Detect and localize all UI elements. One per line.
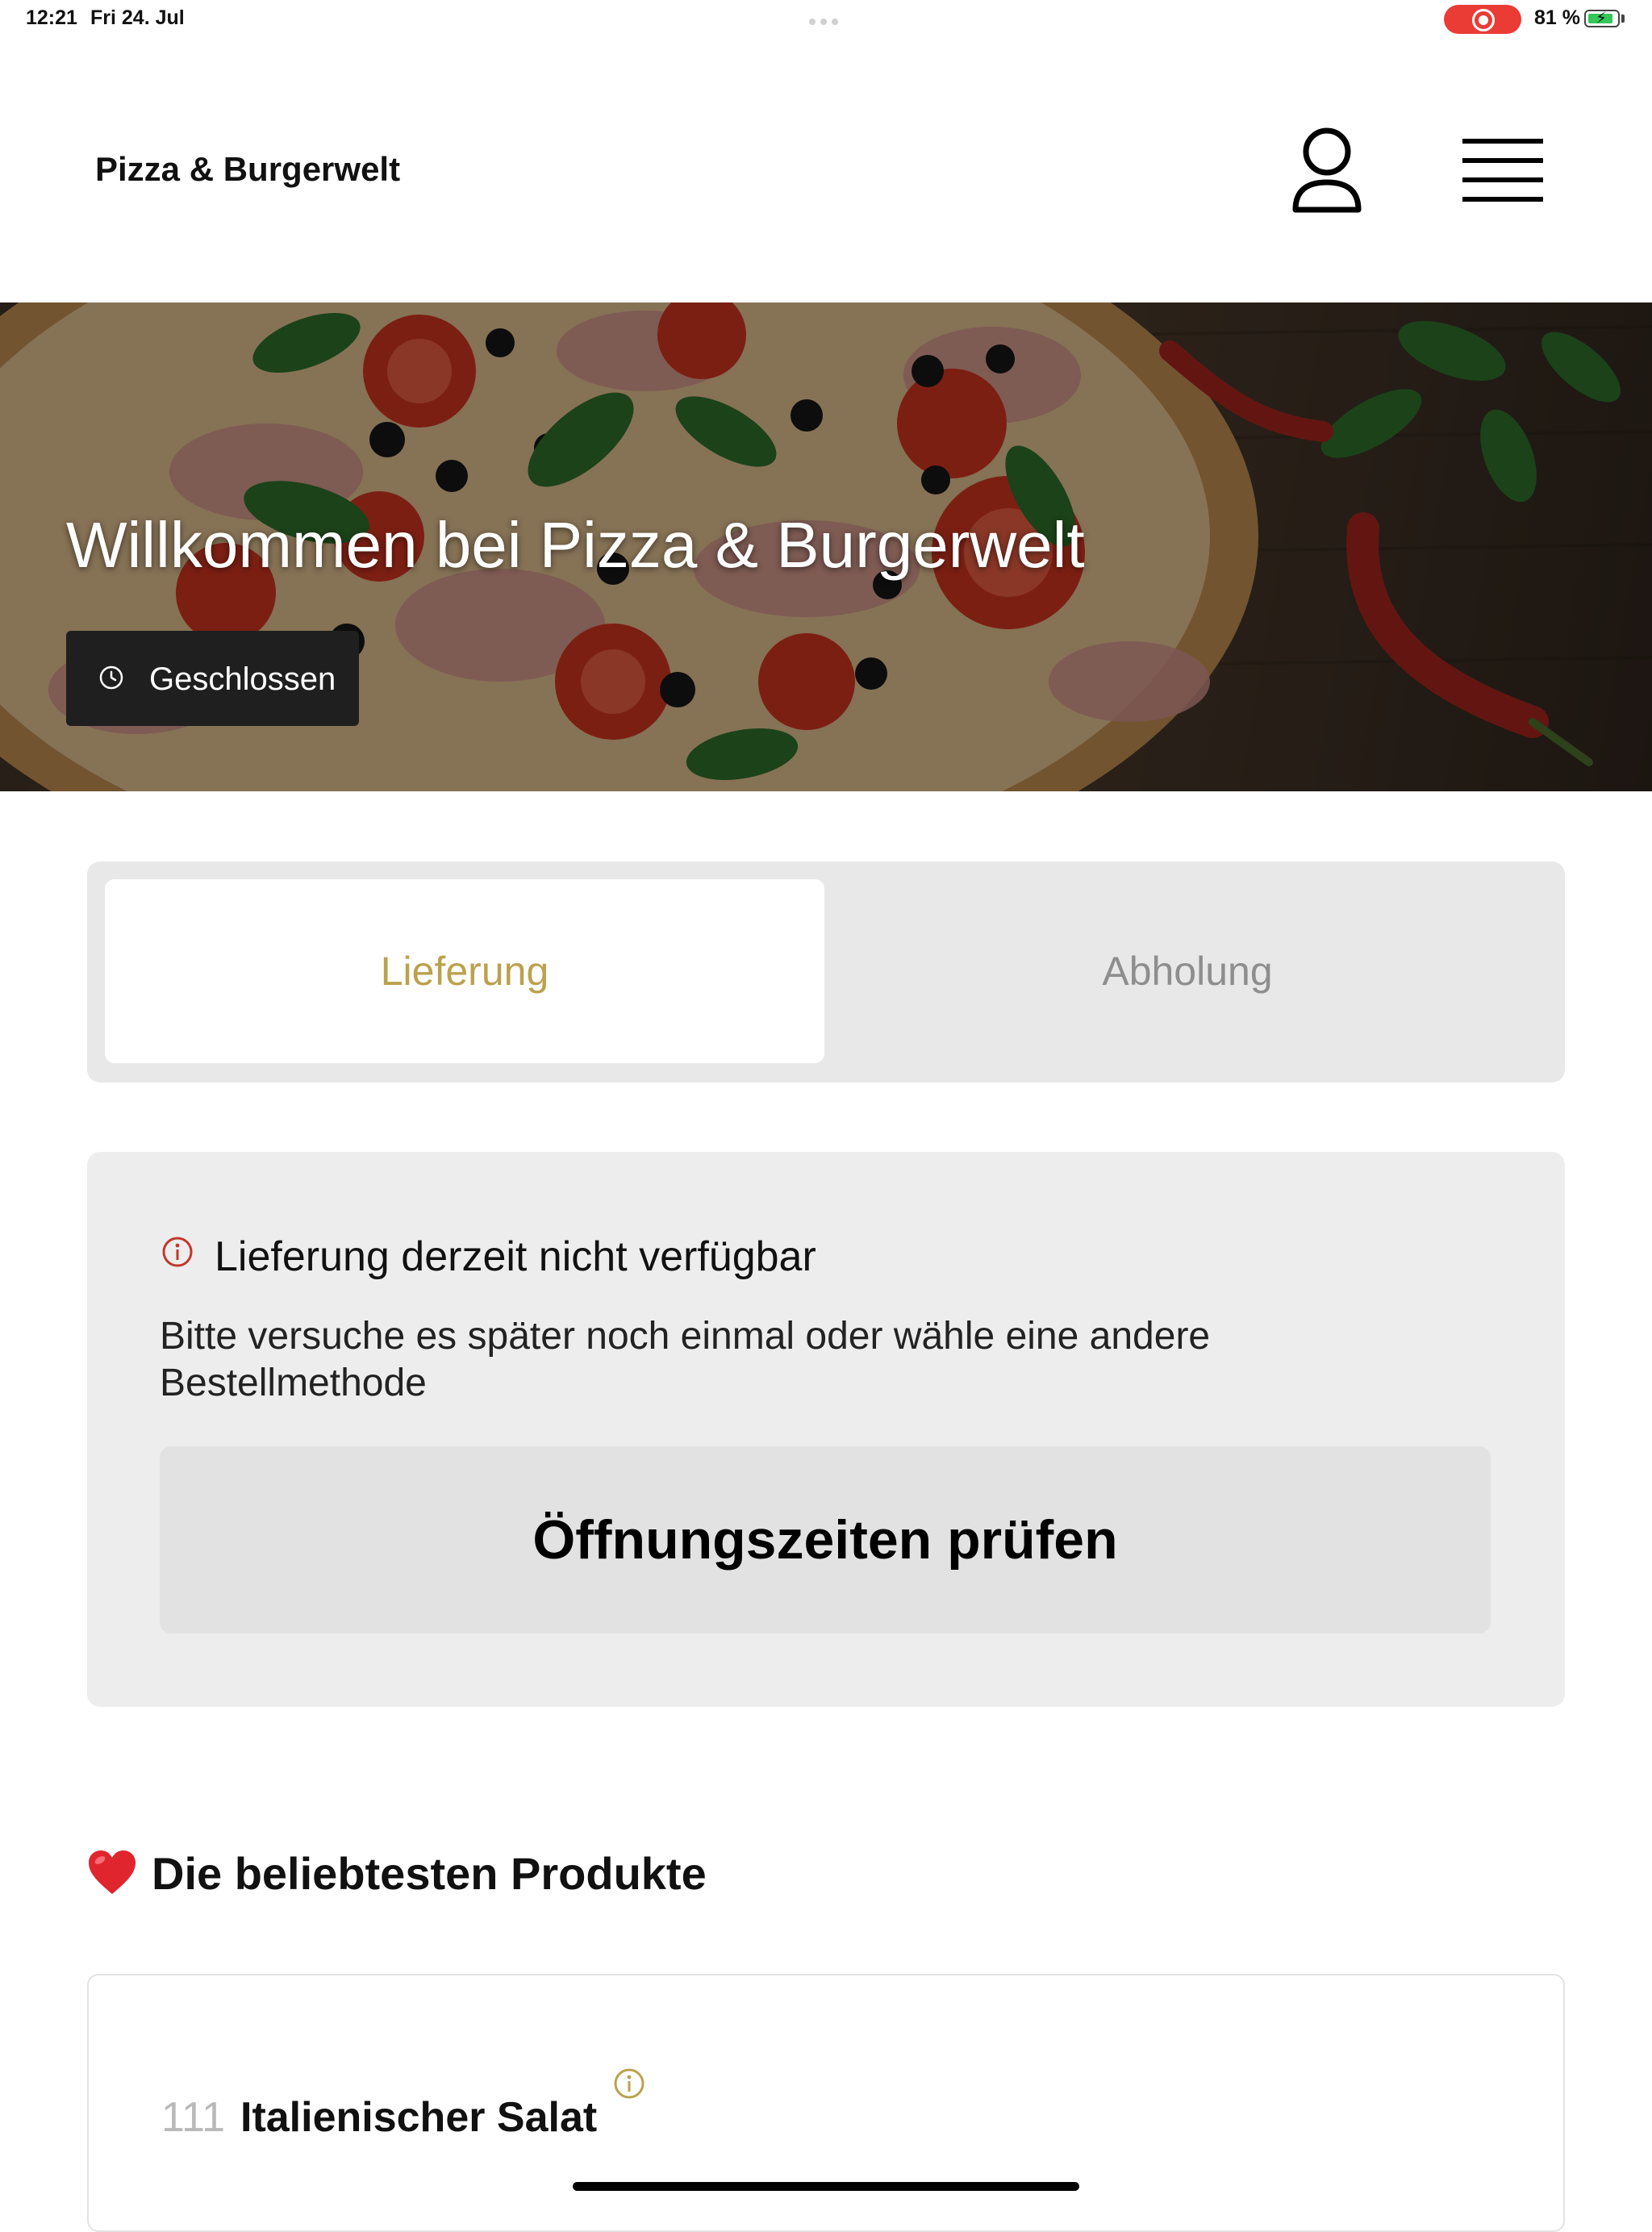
welcome-heading: Willkommen bei Pizza & Burgerwelt bbox=[66, 509, 1085, 581]
restaurant-name[interactable]: Pizza & Burgerwelt bbox=[95, 150, 400, 189]
user-account-icon[interactable] bbox=[1289, 126, 1365, 215]
multitasking-dots-icon[interactable] bbox=[809, 15, 845, 25]
check-opening-hours-button[interactable]: Öffnungszeiten prüfen bbox=[160, 1446, 1491, 1633]
screen-recording-icon[interactable] bbox=[1444, 5, 1521, 34]
product-number: 111 bbox=[161, 2094, 226, 2141]
battery-icon: ⚡ bbox=[1584, 10, 1620, 27]
notice-title: Lieferung derzeit nicht verfügbar bbox=[215, 1233, 816, 1280]
order-method-toggle: Lieferung Abholung bbox=[87, 862, 1565, 1083]
product-info-icon[interactable] bbox=[613, 2067, 645, 2100]
info-icon bbox=[162, 1237, 193, 1267]
battery-tip bbox=[1621, 15, 1625, 23]
delivery-unavailable-notice: Lieferung derzeit nicht verfügbar Bitte … bbox=[87, 1152, 1565, 1707]
opening-status-label: Geschlossen bbox=[149, 661, 336, 697]
popular-products-heading: Die beliebtesten Produkte bbox=[152, 1848, 707, 1899]
product-card[interactable]: 111 Italienischer Salat bbox=[87, 1974, 1565, 2232]
opening-status-badge[interactable]: Geschlossen bbox=[66, 631, 359, 726]
home-indicator[interactable] bbox=[573, 2182, 1079, 2191]
status-time: 12:21 bbox=[26, 6, 77, 29]
hero-banner: Willkommen bei Pizza & Burgerwelt Geschl… bbox=[0, 302, 1652, 791]
heart-icon bbox=[89, 1850, 136, 1894]
clock-icon bbox=[99, 665, 123, 690]
tab-pickup[interactable]: Abholung bbox=[828, 879, 1547, 1063]
battery-percentage: 81 % bbox=[1534, 6, 1580, 29]
notice-text: Bitte versuche es später noch einmal ode… bbox=[160, 1315, 1211, 1404]
tab-delivery[interactable]: Lieferung bbox=[105, 879, 824, 1063]
hamburger-menu-icon[interactable] bbox=[1462, 136, 1543, 205]
product-name: Italienischer Salat bbox=[240, 2094, 598, 2141]
status-date: Fri 24. Jul bbox=[90, 6, 185, 29]
status-bar: 12:21 Fri 24. Jul 81 % ⚡ bbox=[0, 0, 1652, 39]
